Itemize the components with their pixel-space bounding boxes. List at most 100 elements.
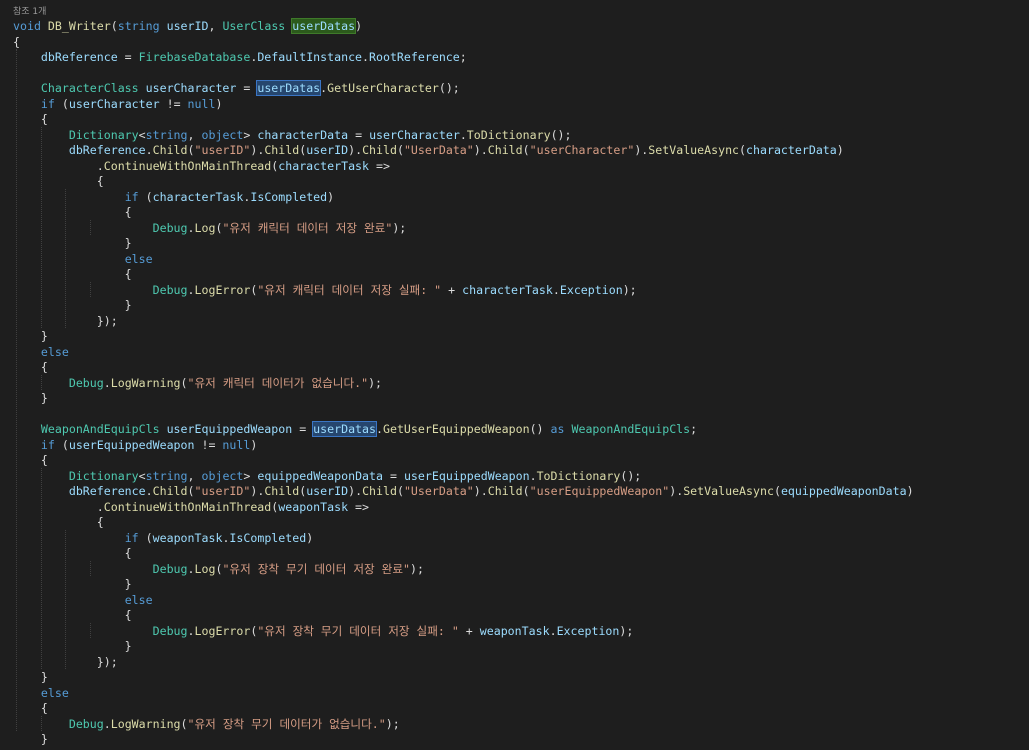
code-token: ); — [385, 716, 400, 731]
code-token: RootReference — [369, 50, 460, 64]
code-token: LogWarning — [110, 716, 181, 731]
code-token: "userID" — [194, 484, 251, 498]
code-token: object — [201, 468, 244, 483]
code-token: characterData — [746, 143, 837, 157]
code-line[interactable]: dbReference = FirebaseDatabase.DefaultIn… — [13, 49, 467, 65]
code-token: ); — [619, 623, 634, 638]
code-line[interactable]: { — [13, 700, 48, 716]
code-token: ( — [180, 375, 188, 390]
code-line[interactable]: { — [13, 34, 20, 50]
code-token: else — [40, 344, 69, 359]
code-token: = — [292, 422, 314, 436]
code-line[interactable]: Debug.LogError("유저 캐릭터 데이터 저장 실패: " + ch… — [13, 282, 637, 298]
code-line[interactable]: } — [13, 328, 48, 344]
code-token: ); — [622, 282, 637, 297]
code-token: weaponTask — [479, 623, 550, 638]
code-line[interactable]: else — [13, 344, 69, 360]
code-token: ). — [348, 143, 363, 157]
code-line[interactable]: if (weaponTask.IsCompleted) — [13, 530, 314, 546]
code-token: Debug — [152, 220, 188, 235]
code-token: LogError — [194, 623, 251, 638]
code-token: Debug — [152, 623, 188, 638]
code-line[interactable]: } — [13, 638, 132, 654]
code-line[interactable]: WeaponAndEquipCls userEquippedWeapon = u… — [13, 421, 697, 437]
code-token: characterTask — [152, 189, 244, 204]
code-token: userEquippedWeapon — [166, 422, 293, 436]
code-token: ). — [250, 143, 265, 157]
code-token: { — [13, 267, 132, 281]
code-line[interactable]: Debug.LogWarning("유저 캐릭터 데이터가 없습니다."); — [13, 375, 382, 391]
code-line[interactable]: } — [13, 669, 48, 685]
code-token: ); — [392, 220, 407, 235]
code-token: ). — [348, 484, 363, 498]
code-token: } — [13, 670, 48, 684]
code-line[interactable]: { — [13, 204, 132, 220]
code-token: Dictionary — [68, 468, 139, 483]
code-line[interactable]: { — [13, 514, 104, 530]
code-token: = — [383, 468, 404, 483]
code-token: LogWarning — [110, 375, 181, 390]
code-line[interactable]: Debug.Log("유저 캐릭터 데이터 저장 완료"); — [13, 220, 407, 236]
code-line[interactable]: else — [13, 685, 69, 701]
code-line[interactable]: else — [13, 251, 153, 267]
code-line[interactable]: Dictionary<string, object> equippedWeapo… — [13, 468, 641, 484]
code-token: ToDictionary — [536, 468, 621, 483]
code-token: weaponTask — [152, 530, 223, 545]
code-token: ( — [396, 484, 404, 498]
code-token: else — [124, 592, 153, 607]
code-line[interactable]: } — [13, 731, 48, 747]
code-line[interactable]: }); — [13, 313, 118, 329]
code-line[interactable]: else — [13, 592, 153, 608]
codelens-references[interactable]: 참조 1개 — [13, 6, 46, 18]
code-token: . — [187, 623, 195, 638]
code-line[interactable]: if (userCharacter != null) — [13, 96, 223, 112]
code-line[interactable]: { — [13, 452, 48, 468]
code-line[interactable]: { — [13, 111, 48, 127]
code-line[interactable]: { — [13, 607, 132, 623]
code-token: ( — [522, 143, 530, 157]
code-token: } — [13, 298, 132, 312]
code-line[interactable]: Debug.LogError("유저 장착 무기 데이터 저장 실패: " + … — [13, 623, 634, 639]
code-token: ( — [54, 96, 69, 111]
code-line[interactable]: } — [13, 235, 132, 251]
code-token: "유저 캐릭터 데이터 저장 실패: " — [257, 282, 442, 297]
code-token: IsCompleted — [229, 530, 307, 545]
code-line[interactable]: Dictionary<string, object> characterData… — [13, 127, 572, 143]
code-token: ; — [459, 50, 467, 64]
code-token: "유저 캐릭터 데이터 저장 완료" — [222, 220, 393, 235]
code-line[interactable]: } — [13, 297, 132, 313]
code-token: ). — [634, 143, 649, 157]
code-line[interactable]: Debug.LogWarning("유저 장착 무기 데이터가 없습니다."); — [13, 716, 400, 732]
code-token: ( — [396, 143, 404, 157]
code-line[interactable]: if (characterTask.IsCompleted) — [13, 189, 334, 205]
code-token: CharacterClass — [40, 81, 139, 95]
code-line[interactable]: dbReference.Child("userID").Child(userID… — [13, 483, 914, 499]
code-line[interactable]: } — [13, 390, 48, 406]
code-line[interactable]: { — [13, 266, 132, 282]
code-line[interactable]: Debug.Log("유저 장착 무기 데이터 저장 완료"); — [13, 561, 424, 577]
code-line[interactable]: dbReference.Child("userID").Child(userID… — [13, 142, 844, 158]
code-line[interactable]: if (userEquippedWeapon != null) — [13, 437, 257, 453]
code-line[interactable]: void DB_Writer(string userID, UserClass … — [13, 18, 362, 34]
code-line[interactable]: CharacterClass userCharacter = userDatas… — [13, 80, 460, 96]
code-line[interactable]: } — [13, 576, 132, 592]
code-line[interactable]: { — [13, 359, 48, 375]
code-line[interactable]: { — [13, 173, 104, 189]
code-token: != — [194, 437, 223, 452]
code-line[interactable]: }); — [13, 654, 118, 670]
code-token: } — [13, 732, 48, 746]
code-token: dbReference — [68, 143, 146, 157]
code-editor[interactable]: 참조 1개 void DB_Writer(string userID, User… — [0, 0, 1029, 750]
code-line[interactable]: .ContinueWithOnMainThread(weaponTask => — [13, 499, 369, 515]
code-token: { — [13, 174, 104, 188]
code-line[interactable]: .ContinueWithOnMainThread(characterTask … — [13, 158, 390, 174]
code-token: null — [187, 96, 216, 111]
code-token: ) — [906, 484, 914, 498]
code-line[interactable]: { — [13, 545, 132, 561]
code-token: userEquippedWeapon — [68, 437, 195, 452]
